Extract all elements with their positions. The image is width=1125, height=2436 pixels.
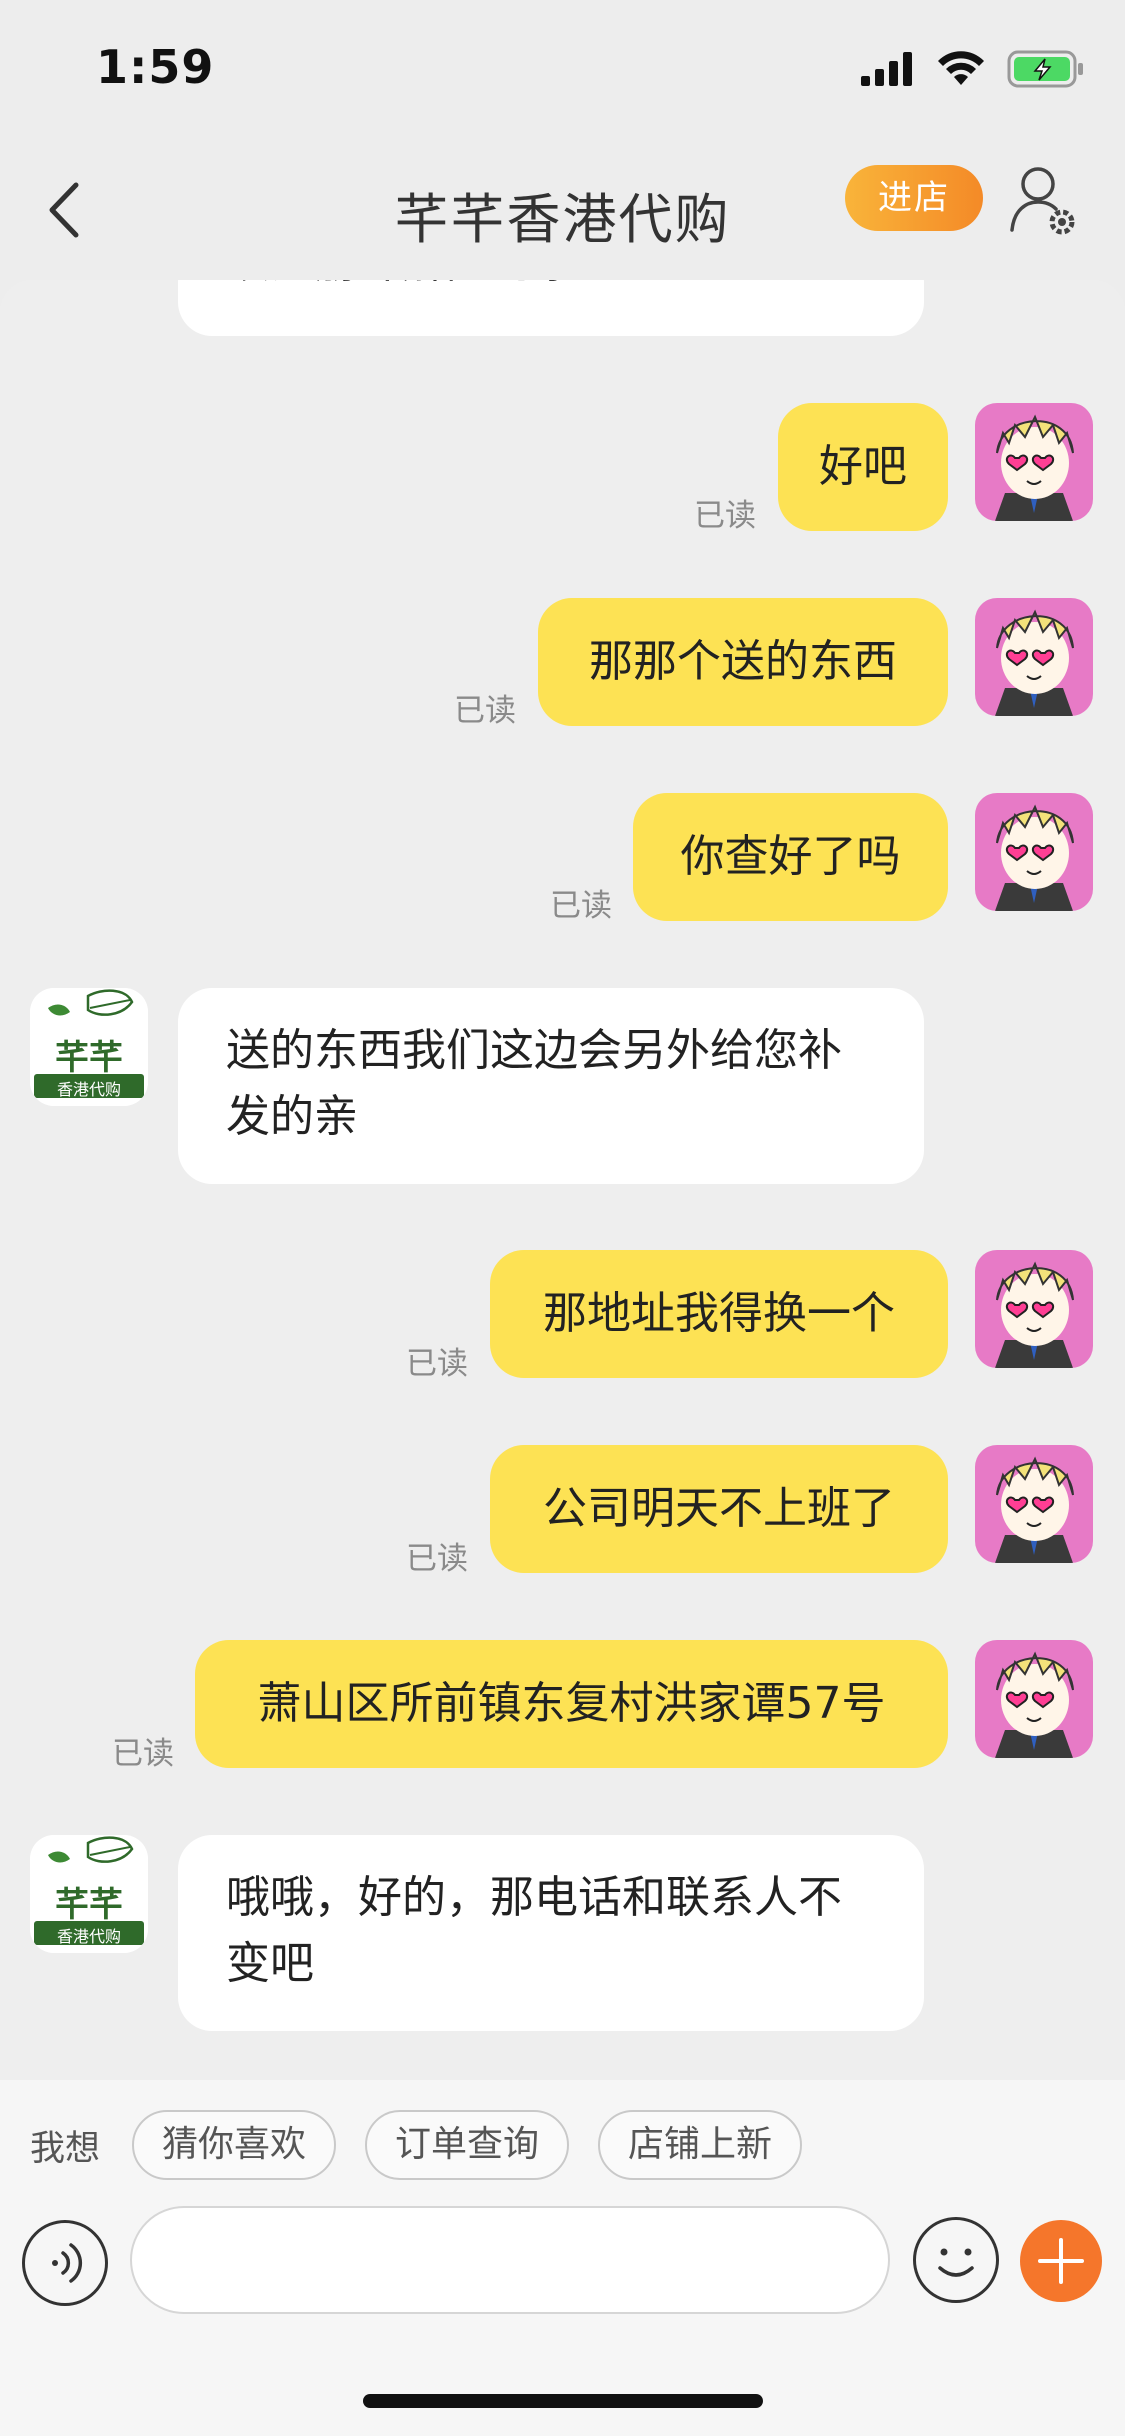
voice-wave-icon	[52, 2243, 83, 2283]
signal-icon	[861, 52, 912, 86]
plus-icon	[1038, 2238, 1084, 2284]
message-bubble-outgoing[interactable]: 那那个送的东西	[538, 598, 948, 726]
anime-avatar-icon	[975, 1445, 1093, 1563]
user-avatar[interactable]	[975, 598, 1093, 716]
read-receipt: 已读	[112, 1736, 174, 1772]
emoji-button[interactable]	[913, 2217, 999, 2303]
wifi-icon	[938, 51, 984, 85]
message-text: 哦哦，好的，那电话和联系人不变吧	[226, 1872, 842, 1989]
quick-suggestions-bar: 我想 猜你喜欢 订单查询 店铺上新	[0, 2080, 1125, 2200]
shop-logo-sub: 香港代购	[56, 1080, 121, 1099]
read-receipt: 已读	[406, 1541, 468, 1577]
read-receipt: 已读	[694, 498, 756, 534]
shop-logo-name: 芊芊	[55, 1885, 123, 1925]
anime-avatar-icon	[975, 1640, 1093, 1758]
message-bubble-incoming[interactable]: 送的东西我们这边会另外给您补发的亲	[178, 988, 924, 1184]
read-receipt: 已读	[406, 1346, 468, 1382]
anime-avatar-icon	[975, 793, 1093, 911]
more-actions-button[interactable]	[1020, 2220, 1102, 2302]
chip-new-arrivals[interactable]: 店铺上新	[598, 2110, 802, 2180]
battery-charging-icon	[1007, 50, 1083, 88]
profile-settings-icon[interactable]	[1008, 160, 1078, 240]
shop-avatar[interactable]: 芊芊 香港代购	[30, 988, 148, 1106]
voice-input-button[interactable]	[22, 2220, 108, 2306]
message-bubble-incoming[interactable]: 哦哦，好的，那电话和联系人不变吧	[178, 1835, 924, 2031]
chip-order-query[interactable]: 订单查询	[365, 2110, 569, 2180]
status-time: 1:59	[96, 40, 215, 94]
message-text: 那那个送的东西	[589, 636, 897, 687]
user-avatar[interactable]	[975, 1640, 1093, 1758]
message-text: 你查好了吗	[680, 831, 901, 882]
nav-bar-top: 芊芊香港代购 进店	[0, 140, 1125, 280]
message-input[interactable]	[130, 2206, 890, 2314]
user-avatar[interactable]	[975, 403, 1093, 521]
shop-avatar[interactable]: 芊芊 香港代购	[30, 1835, 148, 1953]
message-bubble-outgoing[interactable]: 你查好了吗	[633, 793, 948, 921]
message-bubble-outgoing[interactable]: 好吧	[778, 403, 948, 531]
message-text: 萧山区所前镇东复村洪家谭57号	[257, 1678, 886, 1729]
read-receipt: 已读	[550, 888, 612, 924]
message-bubble-outgoing[interactable]: 那地址我得换一个	[490, 1250, 948, 1378]
message-bubble-outgoing[interactable]: 公司明天不上班了	[490, 1445, 948, 1573]
message-text: 那地址我得换一个	[543, 1288, 895, 1339]
anime-avatar-icon	[975, 598, 1093, 716]
anime-avatar-icon	[975, 1250, 1093, 1368]
anime-avatar-icon	[975, 403, 1093, 521]
smiley-icon	[938, 2248, 974, 2277]
shop-logo-name: 芊芊	[55, 1038, 123, 1078]
status-icons	[861, 50, 1085, 88]
home-indicator[interactable]	[363, 2394, 763, 2408]
store-button[interactable]: 进店	[845, 165, 983, 231]
message-bubble-outgoing[interactable]: 萧山区所前镇东复村洪家谭57号	[195, 1640, 948, 1768]
user-avatar[interactable]	[975, 1250, 1093, 1368]
message-text: 送的东西我们这边会另外给您补发的亲	[226, 1025, 842, 1142]
shop-logo-sub: 香港代购	[56, 1927, 121, 1946]
message-text: 公司明天不上班了	[543, 1483, 895, 1534]
user-avatar[interactable]	[975, 1445, 1093, 1563]
user-avatar[interactable]	[975, 793, 1093, 911]
suggestions-label: 我想	[30, 2129, 101, 2169]
read-receipt: 已读	[454, 693, 516, 729]
message-text: 好吧	[819, 441, 907, 492]
chip-guess-you-like[interactable]: 猜你喜欢	[132, 2110, 336, 2180]
status-bar: 1:59	[0, 0, 1125, 140]
